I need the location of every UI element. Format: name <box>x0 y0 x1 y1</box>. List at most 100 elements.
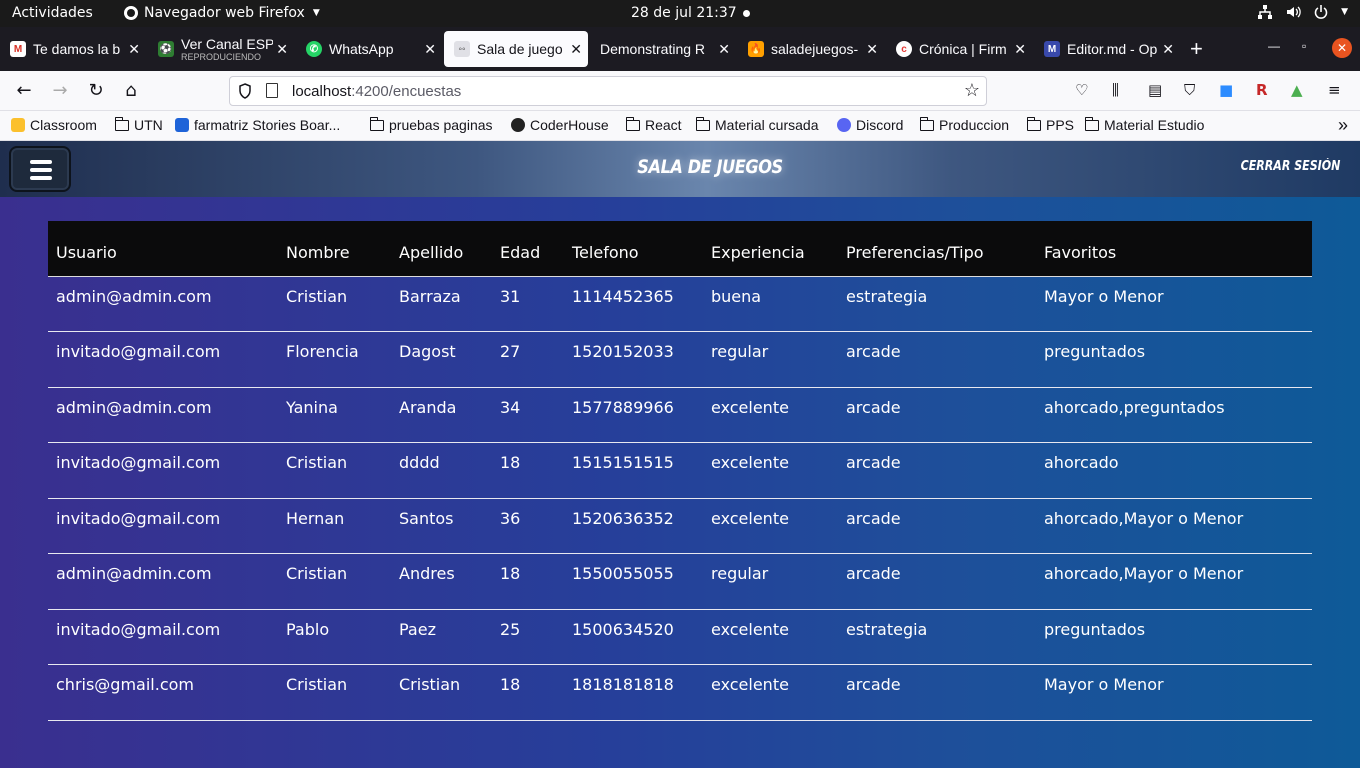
table-cell: ahorcado,Mayor o Menor <box>1044 508 1244 528</box>
tab-gmail[interactable]: M Te damos la b ✕ <box>0 31 146 67</box>
close-window-icon[interactable]: ✕ <box>1332 38 1352 58</box>
power-icon <box>1314 5 1328 19</box>
tab-title: Sala de juego <box>477 41 563 57</box>
close-tab-icon[interactable]: ✕ <box>1014 41 1026 58</box>
menu-toggle-button[interactable] <box>9 146 71 192</box>
app-title: SALA DE JUEGOS <box>637 156 783 178</box>
table-cell: arcade <box>846 342 901 361</box>
close-tab-icon[interactable]: ✕ <box>718 41 730 58</box>
table-body: admin@admin.com Cristian Barraza 31 11144523… <box>48 276 1312 720</box>
table-cell: Aranda <box>399 397 457 417</box>
table-cell: Paez <box>399 619 436 639</box>
extension-r-icon[interactable]: R <box>1256 81 1268 99</box>
shield-icon[interactable] <box>238 83 252 99</box>
table-cell: 1577889966 <box>572 397 674 417</box>
hamburger-icon <box>30 160 52 164</box>
close-tab-icon[interactable]: ✕ <box>1162 41 1174 58</box>
activities-button[interactable]: Actividades <box>12 5 93 21</box>
sidebar-icon[interactable]: ▤ <box>1148 81 1162 99</box>
table-cell: 1818181818 <box>572 675 674 694</box>
bookmark-utn[interactable]: UTN <box>114 116 163 133</box>
tab-cronica[interactable]: c Crónica | Firm ✕ <box>886 31 1032 67</box>
bookmark-label: Classroom <box>30 117 97 133</box>
library-icon[interactable]: ⫼ <box>1112 81 1119 99</box>
table-cell: regular <box>711 564 769 583</box>
pocket-icon[interactable]: ♡ <box>1075 81 1088 99</box>
logout-button[interactable]: CERRAR SESIÓN <box>1240 159 1340 174</box>
bookmark-farmatriz[interactable]: farmatriz Stories Boar... <box>175 117 340 133</box>
close-tab-icon[interactable]: ✕ <box>276 41 288 58</box>
chevron-down-icon: ▼ <box>1341 7 1348 17</box>
zoom-extension-icon[interactable]: ■ <box>1219 81 1233 99</box>
table-cell: preguntados <box>1044 342 1146 361</box>
tab-editor-md[interactable]: M Editor.md - Op ✕ <box>1034 31 1180 67</box>
tab-demonstrating[interactable]: Demonstrating R ✕ <box>590 31 736 67</box>
close-tab-icon[interactable]: ✕ <box>866 41 878 58</box>
table-cell: 1520636352 <box>572 508 674 528</box>
bookmark-material-estudio[interactable]: Material Estudio <box>1084 116 1204 133</box>
table-cell: 1520152033 <box>572 342 674 361</box>
tab-whatsapp[interactable]: ✆ WhatsApp ✕ <box>296 31 442 67</box>
table-cell: 1550055055 <box>572 564 674 583</box>
forward-icon[interactable]: → <box>48 79 72 103</box>
bookmark-material-cursada[interactable]: Material cursada <box>695 116 819 133</box>
privacy-shield-icon[interactable]: ⛉ <box>1184 81 1195 99</box>
table-cell: buena <box>711 286 762 306</box>
reload-icon[interactable]: ↻ <box>84 79 108 103</box>
close-tab-icon[interactable]: ✕ <box>570 41 582 58</box>
system-tray[interactable]: ▼ <box>1257 4 1348 20</box>
navigation-toolbar: ← → ↻ ⌂ localhost:4200/encuestas ☆ ♡ ⫼ ▤… <box>0 71 1360 111</box>
new-tab-icon[interactable]: + <box>1190 36 1203 62</box>
close-tab-icon[interactable]: ✕ <box>424 41 436 58</box>
column-header: Preferencias/Tipo <box>838 221 1036 277</box>
minimize-icon[interactable]: — <box>1268 39 1280 53</box>
url-text[interactable]: localhost:4200/encuestas <box>292 83 461 100</box>
table-cell: ahorcado,preguntados <box>1044 397 1225 417</box>
firebase-icon: 🔥 <box>748 41 764 57</box>
coderhouse-icon <box>511 118 525 132</box>
table-cell: arcade <box>846 453 901 472</box>
menu-hamburger-icon[interactable]: ≡ <box>1328 81 1341 99</box>
column-header: Apellido <box>391 221 492 277</box>
bookmark-pruebas-paginas[interactable]: pruebas paginas <box>369 116 493 133</box>
table-cell: arcade <box>846 508 901 528</box>
bookmark-discord[interactable]: Discord <box>837 117 903 133</box>
table-row: chris@gmail.com Cristian Cristian 18 1818181… <box>48 665 1312 720</box>
maximize-icon[interactable]: ▫ <box>1302 39 1306 53</box>
page-content: SALA DE JUEGOS CERRAR SESIÓN Usuario Nomb… <box>0 141 1360 768</box>
table-cell: Cristian <box>286 286 348 306</box>
table-cell: Barraza <box>399 286 461 306</box>
table-cell: Mayor o Menor <box>1044 675 1164 694</box>
tab-title: WhatsApp <box>329 41 394 57</box>
table-cell: Cristian <box>286 564 348 583</box>
bookmark-star-icon[interactable]: ☆ <box>964 80 980 101</box>
tab-sala-de-juegos[interactable]: ◦◦ Sala de juego ✕ <box>444 31 588 67</box>
bookmark-coderhouse[interactable]: CoderHouse <box>511 117 609 133</box>
network-icon <box>1258 5 1273 19</box>
tab-canal-esp[interactable]: ⚽ Ver Canal ESP REPRODUCIENDO ✕ <box>148 31 294 67</box>
tab-title: saladejuegos- <box>771 41 859 57</box>
page-info-icon[interactable] <box>266 83 278 98</box>
bookmark-classroom[interactable]: Classroom <box>11 117 97 133</box>
column-header: Edad <box>492 221 564 277</box>
back-icon[interactable]: ← <box>12 79 36 103</box>
bookmark-produccion[interactable]: Produccion <box>919 116 1009 133</box>
bookmark-react[interactable]: React <box>625 116 682 133</box>
home-icon[interactable]: ⌂ <box>119 79 143 103</box>
table-row: admin@admin.com Cristian Barraza 31 11144523… <box>48 276 1312 332</box>
extension-pdf-icon[interactable]: ▲ <box>1291 81 1303 99</box>
app-menu[interactable]: Navegador web Firefox ▼ <box>124 5 320 21</box>
table-cell: 18 <box>500 453 521 472</box>
table-cell: 27 <box>500 342 521 361</box>
address-bar[interactable]: localhost:4200/encuestas ☆ <box>229 76 987 106</box>
close-tab-icon[interactable]: ✕ <box>128 41 140 58</box>
table-cell: invitado@gmail.com <box>56 453 221 472</box>
clock[interactable]: 28 de jul 21:37 <box>631 5 737 21</box>
table-cell: Dagost <box>399 342 456 361</box>
chevron-double-right-icon[interactable]: » <box>1338 115 1348 136</box>
tab-firebase[interactable]: 🔥 saladejuegos- ✕ <box>738 31 884 67</box>
app-header: SALA DE JUEGOS CERRAR SESIÓN <box>0 141 1360 197</box>
bookmark-pps[interactable]: PPS <box>1026 116 1074 133</box>
table-cell: 18 <box>500 564 521 583</box>
tab-strip: M Te damos la b ✕ ⚽ Ver Canal ESP REPROD… <box>0 27 1360 71</box>
